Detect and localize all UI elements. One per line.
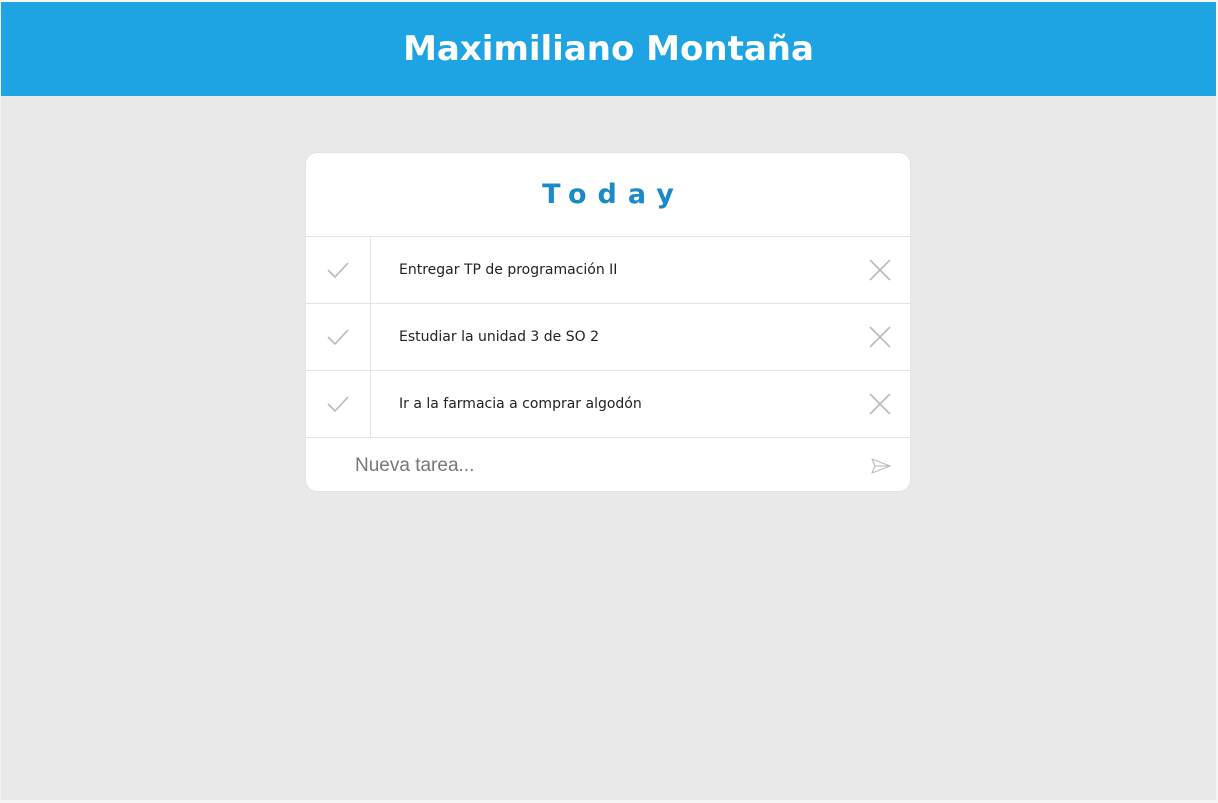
delete-task-button[interactable] — [850, 371, 910, 437]
card-header: Today — [306, 153, 910, 237]
new-task-input[interactable] — [353, 453, 837, 478]
task-label: Estudiar la unidad 3 de SO 2 — [399, 329, 599, 345]
complete-task-button[interactable] — [306, 237, 371, 303]
app-header: Maximiliano Montaña — [1, 2, 1216, 96]
send-icon — [871, 458, 891, 474]
task-label: Entregar TP de programación II — [399, 262, 618, 278]
app-frame: Maximiliano Montaña Today Entregar TP de… — [1, 2, 1216, 800]
delete-task-button[interactable] — [850, 237, 910, 303]
close-icon — [869, 259, 891, 281]
task-label: Ir a la farmacia a comprar algodón — [399, 396, 642, 412]
task-item: Entregar TP de programación II — [306, 237, 910, 304]
check-icon — [327, 262, 349, 279]
delete-task-button[interactable] — [850, 304, 910, 370]
task-item: Ir a la farmacia a comprar algodón — [306, 371, 910, 438]
check-icon — [327, 396, 349, 413]
new-task-row — [306, 438, 910, 491]
complete-task-button[interactable] — [306, 304, 371, 370]
close-icon — [869, 326, 891, 348]
todo-card: Today Entregar TP de programación II Est… — [305, 152, 911, 492]
check-icon — [327, 329, 349, 346]
card-title: Today — [542, 179, 685, 210]
task-item: Estudiar la unidad 3 de SO 2 — [306, 304, 910, 371]
send-button[interactable] — [870, 456, 892, 476]
complete-task-button[interactable] — [306, 371, 371, 437]
page-title: Maximiliano Montaña — [403, 29, 814, 69]
close-icon — [869, 393, 891, 415]
